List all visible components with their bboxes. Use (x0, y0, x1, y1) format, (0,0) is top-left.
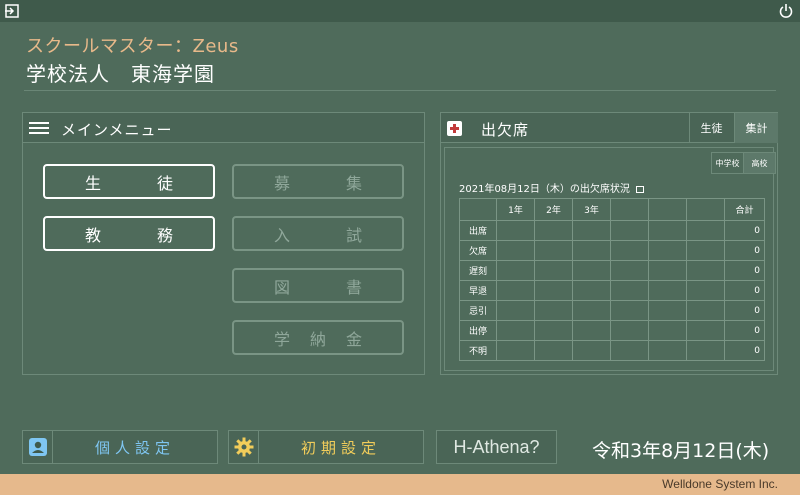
row-label: 忌引 (459, 300, 497, 321)
students-button[interactable]: 生 徒 (43, 164, 215, 199)
main-menu-panel: メインメニュー 生 徒 募 集 教 務 入 試 図 書 学納金 (22, 112, 425, 375)
entrance-exam-button[interactable]: 入 試 (232, 216, 404, 251)
row-label: 不明 (459, 340, 497, 361)
initial-settings-button[interactable]: 初期設定 (228, 430, 424, 464)
column-header-total: 合計 (724, 198, 765, 221)
personal-settings-button[interactable]: 個人設定 (22, 430, 218, 464)
bottom-bar: Welldone System Inc. (0, 474, 800, 495)
table-row: 遅刻 0 (459, 260, 765, 281)
column-header (686, 198, 725, 221)
main-menu-header: メインメニュー (23, 113, 424, 143)
row-total: 0 (724, 340, 765, 361)
recruitment-button[interactable]: 募 集 (232, 164, 404, 199)
h-athena-button[interactable]: H-Athena? (436, 430, 557, 464)
initial-settings-label: 初期設定 (300, 438, 381, 457)
personal-settings-label: 個人設定 (94, 438, 175, 457)
tab-students[interactable]: 生徒 (689, 113, 733, 143)
academic-affairs-button[interactable]: 教 務 (43, 216, 215, 251)
tab-high-school[interactable]: 高校 (743, 152, 776, 174)
attendance-table: 1年 2年 3年 合計 出席 0 欠席 0 遅刻 0 早退 0 忌引 0 出停 0 不明 0 (459, 198, 765, 361)
attendance-panel: 出欠席 生徒 集計 中学校 高校 2021年08月12日（木）の出欠席状況 1年… (440, 112, 778, 375)
row-label: 出席 (459, 220, 497, 241)
calendar-icon[interactable] (635, 185, 644, 193)
attendance-title: 出欠席 (481, 121, 530, 139)
column-header: 1年 (496, 198, 535, 221)
tuition-button[interactable]: 学納金 (232, 320, 404, 355)
attendance-header: 出欠席 生徒 集計 (441, 113, 778, 143)
row-label: 欠席 (459, 240, 497, 261)
school-name: 学校法人 東海学園 (26, 62, 215, 86)
table-corner (459, 198, 497, 221)
main-menu-title: メインメニュー (61, 121, 173, 139)
app-title: スクールマスター：Zeus (26, 36, 239, 57)
logout-icon[interactable] (4, 3, 20, 19)
library-button[interactable]: 図 書 (232, 268, 404, 303)
top-bar (0, 0, 800, 22)
power-icon[interactable] (778, 3, 794, 19)
row-total: 0 (724, 260, 765, 281)
table-row: 忌引 0 (459, 300, 765, 321)
row-total: 0 (724, 320, 765, 341)
attendance-summary: 中学校 高校 2021年08月12日（木）の出欠席状況 1年 2年 3年 合計 … (444, 147, 776, 371)
table-row: 不明 0 (459, 340, 765, 361)
table-row: 出停 0 (459, 320, 765, 341)
row-label: 出停 (459, 320, 497, 341)
add-icon[interactable] (447, 121, 462, 136)
table-row: 出席 0 (459, 220, 765, 241)
user-icon (29, 438, 47, 456)
row-label: 遅刻 (459, 260, 497, 281)
row-label: 早退 (459, 280, 497, 301)
gear-icon (234, 437, 254, 457)
tab-junior-high[interactable]: 中学校 (711, 152, 744, 174)
header-divider (24, 90, 776, 91)
row-total: 0 (724, 240, 765, 261)
current-date: 令和3年8月12日(木) (592, 440, 770, 462)
tab-summary[interactable]: 集計 (734, 113, 778, 143)
row-total: 0 (724, 280, 765, 301)
company-name: Welldone System Inc. (662, 477, 778, 491)
row-total: 0 (724, 300, 765, 321)
table-row: 欠席 0 (459, 240, 765, 261)
column-header (610, 198, 649, 221)
column-header (648, 198, 687, 221)
column-header: 3年 (572, 198, 611, 221)
row-total: 0 (724, 220, 765, 241)
attendance-caption-text: 2021年08月12日（木）の出欠席状況 (459, 184, 630, 195)
hamburger-icon[interactable] (29, 120, 49, 136)
column-header: 2年 (534, 198, 573, 221)
table-row: 早退 0 (459, 280, 765, 301)
attendance-caption: 2021年08月12日（木）の出欠席状況 (459, 180, 644, 195)
table-header-row: 1年 2年 3年 合計 (459, 198, 765, 221)
